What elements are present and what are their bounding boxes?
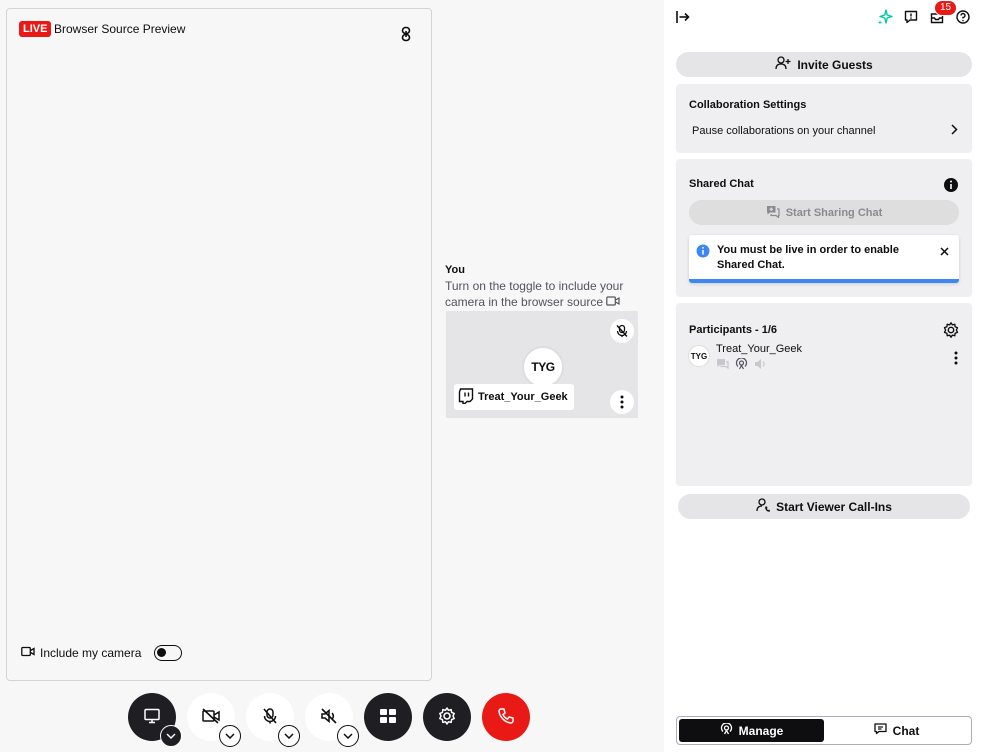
topbar-actions: 15 — [876, 0, 972, 26]
panel-topbar: 15 — [664, 0, 982, 36]
monitor-icon — [143, 707, 161, 728]
call-controls — [128, 693, 530, 747]
link-icon[interactable] — [399, 25, 413, 43]
broadcast-icon — [735, 357, 748, 373]
live-required-alert: You must be live in order to enable Shar… — [689, 235, 959, 283]
mic-muted-icon — [610, 319, 634, 343]
self-video-tile: TYG Treat_Your_Geek — [445, 310, 639, 419]
help-icon[interactable] — [954, 8, 972, 26]
info-circle-icon — [696, 244, 710, 261]
broadcast-icon — [720, 722, 733, 738]
collaboration-panel: 15 Invite Guests Collaboration Settings … — [664, 0, 982, 752]
speaker-off-icon — [319, 707, 339, 728]
camera-off-icon — [201, 707, 221, 728]
stage-area: LIVE Browser Source Preview Include my c… — [0, 0, 664, 752]
avatar: TYG — [522, 346, 564, 388]
name-chip: Treat_Your_Geek — [454, 384, 574, 410]
twitch-icon — [458, 387, 474, 407]
collaboration-settings-title: Collaboration Settings — [689, 99, 807, 111]
start-viewer-call-ins-button[interactable]: Start Viewer Call-Ins — [678, 494, 970, 519]
tab-chat-label: Chat — [892, 723, 920, 738]
camera-button[interactable] — [187, 693, 241, 747]
close-icon[interactable] — [940, 245, 949, 259]
start-sharing-chat-button[interactable]: Start Sharing Chat — [689, 200, 959, 225]
speaker-button[interactable] — [305, 693, 359, 747]
tab-manage[interactable]: Manage — [679, 719, 824, 742]
collapse-panel-icon[interactable] — [676, 10, 690, 27]
pause-collaborations-label: Pause collaborations on your channel — [692, 125, 876, 137]
you-section: You Turn on the toggle to include your c… — [445, 264, 645, 310]
microphone-button[interactable] — [246, 693, 300, 747]
collaboration-settings-panel: Collaboration Settings Pause collaborati… — [676, 84, 972, 153]
add-user-icon — [775, 56, 791, 73]
layout-button[interactable] — [364, 693, 412, 741]
speaker-dropdown[interactable] — [337, 725, 359, 747]
settings-button[interactable] — [423, 693, 471, 741]
tab-manage-label: Manage — [738, 723, 784, 738]
include-camera-toggle[interactable] — [154, 645, 183, 661]
pause-collaborations-row[interactable]: Pause collaborations on your channel — [692, 124, 958, 138]
screen-share-dropdown[interactable] — [160, 725, 182, 747]
participant-row[interactable]: TYG Treat_Your_Geek — [688, 343, 958, 373]
camera-icon — [21, 646, 35, 660]
inbox-icon[interactable]: 15 — [928, 0, 958, 26]
microphone-dropdown[interactable] — [278, 725, 300, 747]
participant-name: Treat_Your_Geek — [716, 343, 803, 355]
caller-icon — [756, 498, 770, 515]
participant-avatar: TYG — [688, 345, 710, 367]
panel-tabs: Manage Chat — [676, 716, 972, 745]
screen-share-button[interactable] — [128, 693, 182, 747]
speaker-icon — [754, 358, 767, 373]
participants-settings-icon[interactable] — [942, 321, 960, 342]
chat-bubble-icon — [716, 358, 729, 373]
grid-icon — [379, 708, 397, 727]
shared-chat-icon — [766, 205, 780, 221]
preview-title: Browser Source Preview — [54, 22, 186, 36]
start-sharing-chat-label: Start Sharing Chat — [785, 206, 883, 219]
name-chip-label: Treat_Your_Geek — [478, 391, 568, 403]
you-title: You — [445, 264, 465, 276]
tab-chat[interactable]: Chat — [824, 719, 969, 742]
shared-chat-title: Shared Chat — [689, 178, 754, 190]
you-description: Turn on the toggle to include your camer… — [445, 279, 624, 309]
participants-title: Participants - 1/6 — [689, 324, 778, 336]
leave-call-button[interactable] — [482, 693, 530, 741]
phone-icon — [497, 707, 515, 728]
more-options-icon[interactable] — [610, 390, 634, 414]
participant-more-options-icon[interactable] — [954, 351, 958, 368]
browser-source-preview: LIVE Browser Source Preview Include my c… — [6, 8, 432, 681]
include-camera-label: Include my camera — [40, 646, 142, 660]
info-icon[interactable] — [943, 177, 959, 196]
report-icon[interactable] — [902, 8, 920, 26]
live-badge: LIVE — [19, 21, 52, 37]
invite-guests-label: Invite Guests — [797, 57, 873, 72]
participants-panel: Participants - 1/6 TYG Treat_Your_Geek — [676, 303, 972, 486]
invite-guests-button[interactable]: Invite Guests — [676, 52, 972, 77]
chevron-right-icon — [951, 124, 958, 138]
sparkle-icon[interactable] — [876, 8, 894, 26]
alert-message: You must be live in order to enable Shar… — [717, 244, 899, 271]
camera-small-icon — [606, 295, 621, 309]
shared-chat-panel: Shared Chat Start Sharing Chat You must … — [676, 159, 972, 297]
gear-icon — [437, 706, 457, 729]
mic-off-icon — [261, 707, 279, 728]
start-viewer-call-ins-label: Start Viewer Call-Ins — [776, 499, 892, 514]
include-camera-row: Include my camera — [21, 645, 183, 661]
chat-icon — [874, 723, 887, 738]
participant-status-icons — [716, 357, 767, 373]
camera-dropdown[interactable] — [219, 725, 241, 747]
